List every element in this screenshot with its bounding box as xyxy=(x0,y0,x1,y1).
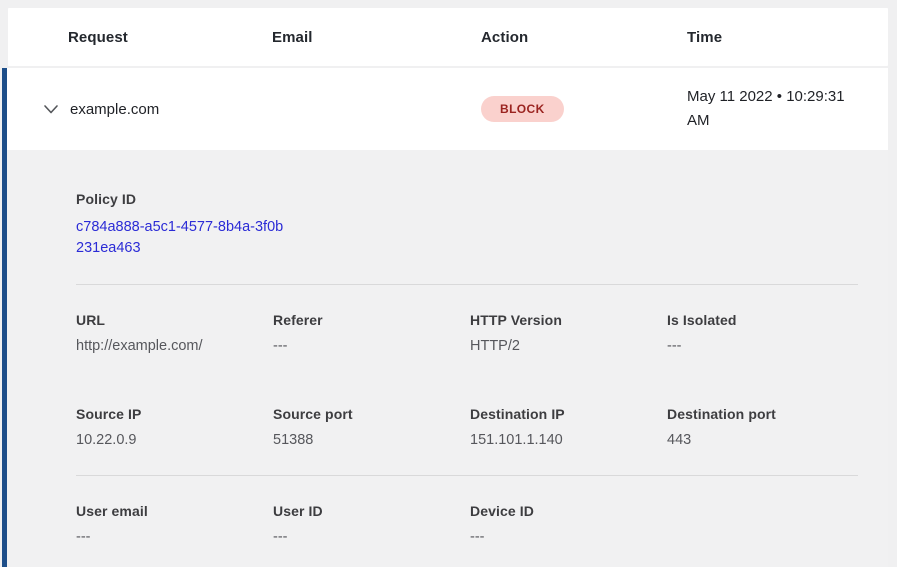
detail-row-request-info: URL http://example.com/ Referer --- HTTP… xyxy=(76,285,860,354)
field-value: http://example.com/ xyxy=(76,338,273,354)
field-source-port: Source port 51388 xyxy=(273,406,470,448)
field-label: User email xyxy=(76,503,273,519)
field-destination-ip: Destination IP 151.101.1.140 xyxy=(470,406,667,448)
field-value: --- xyxy=(470,529,667,545)
column-header-request: Request xyxy=(68,29,272,46)
column-header-time: Time xyxy=(687,29,888,46)
policy-section: Policy ID c784a888-a5c1-4577-8b4a-3f0b23… xyxy=(76,150,860,284)
field-device-id: Device ID --- xyxy=(470,503,667,545)
gateway-logs-page: Request Email Action Time example.com BL… xyxy=(0,8,897,567)
log-row[interactable]: example.com BLOCK May 11 2022 • 10:29:31… xyxy=(7,68,888,150)
field-value: 151.101.1.140 xyxy=(470,432,667,448)
field-label: Destination port xyxy=(667,406,864,422)
field-label: HTTP Version xyxy=(470,312,667,328)
field-referer: Referer --- xyxy=(273,312,470,354)
detail-row-user-info: User email --- User ID --- Device ID --- xyxy=(76,476,860,545)
field-label: Device ID xyxy=(470,503,667,519)
policy-id-link[interactable]: c784a888-a5c1-4577-8b4a-3f0b231ea463 xyxy=(76,217,288,259)
field-label: Source IP xyxy=(76,406,273,422)
request-domain: example.com xyxy=(70,101,272,118)
chevron-down-icon xyxy=(43,102,59,116)
field-http-version: HTTP Version HTTP/2 xyxy=(470,312,667,354)
field-user-id: User ID --- xyxy=(273,503,470,545)
field-label: URL xyxy=(76,312,273,328)
field-url: URL http://example.com/ xyxy=(76,312,273,354)
action-cell: BLOCK xyxy=(481,96,687,122)
field-label: User ID xyxy=(273,503,470,519)
expanded-log-row-group: example.com BLOCK May 11 2022 • 10:29:31… xyxy=(2,68,888,567)
field-value: --- xyxy=(273,338,470,354)
field-value: --- xyxy=(273,529,470,545)
field-empty xyxy=(667,503,864,545)
field-value: HTTP/2 xyxy=(470,338,667,354)
column-header-action: Action xyxy=(481,29,687,46)
action-badge-block: BLOCK xyxy=(481,96,564,122)
collapse-row-button[interactable] xyxy=(41,99,61,119)
field-value: --- xyxy=(667,338,864,354)
field-value: 10.22.0.9 xyxy=(76,432,273,448)
timestamp: May 11 2022 • 10:29:31 AM xyxy=(687,85,867,133)
field-source-ip: Source IP 10.22.0.9 xyxy=(76,406,273,448)
field-label: Referer xyxy=(273,312,470,328)
field-is-isolated: Is Isolated --- xyxy=(667,312,864,354)
field-value: --- xyxy=(76,529,273,545)
field-user-email: User email --- xyxy=(76,503,273,545)
field-value: 443 xyxy=(667,432,864,448)
field-label: Is Isolated xyxy=(667,312,864,328)
policy-id-label: Policy ID xyxy=(76,191,860,207)
field-label: Destination IP xyxy=(470,406,667,422)
field-destination-port: Destination port 443 xyxy=(667,406,864,448)
column-header-email: Email xyxy=(272,29,481,46)
field-label: Source port xyxy=(273,406,470,422)
table-header: Request Email Action Time xyxy=(8,8,888,66)
log-detail-panel: Policy ID c784a888-a5c1-4577-8b4a-3f0b23… xyxy=(7,150,888,567)
detail-row-network-info: Source IP 10.22.0.9 Source port 51388 De… xyxy=(76,354,860,475)
field-value: 51388 xyxy=(273,432,470,448)
